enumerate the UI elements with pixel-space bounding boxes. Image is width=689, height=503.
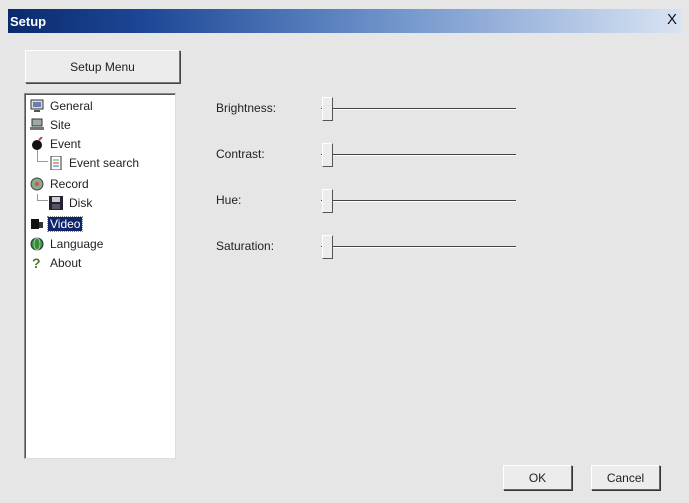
slider-track: [321, 246, 516, 248]
record-icon: [30, 177, 44, 191]
tree-item-label: Event: [50, 137, 81, 151]
setup-tree: General Site Event Event search Record D…: [24, 93, 176, 459]
brightness-slider[interactable]: [321, 97, 516, 121]
tree-item-event-search[interactable]: Event search: [49, 154, 141, 172]
brightness-label: Brightness:: [216, 101, 277, 115]
tree-item-label: Language: [50, 237, 104, 251]
ok-button[interactable]: OK: [503, 465, 572, 490]
tree-item-site[interactable]: Site: [30, 116, 73, 134]
saturation-label: Saturation:: [216, 239, 275, 253]
slider-thumb[interactable]: [322, 235, 333, 259]
question-icon: ?: [30, 255, 44, 271]
tree-item-label: Site: [50, 118, 71, 132]
globe-icon: [30, 237, 44, 251]
tree-item-about[interactable]: ? About: [30, 254, 83, 272]
monitor-icon: [30, 99, 44, 113]
bomb-icon: [30, 136, 44, 151]
slider-track: [321, 108, 516, 110]
computer-icon: [30, 118, 44, 132]
slider-thumb[interactable]: [322, 97, 333, 121]
saturation-slider[interactable]: [321, 235, 516, 259]
contrast-label: Contrast:: [216, 147, 265, 161]
setup-menu-button[interactable]: Setup Menu: [25, 50, 180, 83]
document-icon: [49, 155, 63, 171]
slider-track: [321, 200, 516, 202]
tree-item-disk[interactable]: Disk: [49, 194, 94, 212]
tree-item-label: Record: [50, 177, 89, 191]
contrast-slider[interactable]: [321, 143, 516, 167]
hue-slider[interactable]: [321, 189, 516, 213]
svg-text:?: ?: [32, 256, 41, 270]
tree-item-event[interactable]: Event: [30, 135, 83, 153]
cancel-button[interactable]: Cancel: [591, 465, 660, 490]
close-icon[interactable]: X: [664, 12, 680, 28]
tree-item-label: General: [50, 99, 93, 113]
video-icon: [30, 217, 44, 231]
tree-item-label: Event search: [69, 156, 140, 170]
slider-thumb[interactable]: [322, 189, 333, 213]
tree-item-record[interactable]: Record: [30, 175, 91, 193]
tree-connector: [37, 194, 48, 201]
tree-item-label: About: [50, 256, 82, 270]
tree-item-video[interactable]: Video: [30, 215, 84, 233]
tree-item-language[interactable]: Language: [30, 235, 105, 253]
tree-item-label: Disk: [69, 196, 93, 210]
title-bar: Setup X: [8, 9, 682, 33]
hue-label: Hue:: [216, 193, 242, 207]
floppy-disk-icon: [49, 196, 63, 210]
slider-thumb[interactable]: [322, 143, 333, 167]
tree-item-label: Video: [46, 216, 84, 232]
tree-item-general[interactable]: General: [30, 97, 95, 115]
window-title: Setup: [10, 14, 47, 29]
slider-track: [321, 154, 516, 156]
